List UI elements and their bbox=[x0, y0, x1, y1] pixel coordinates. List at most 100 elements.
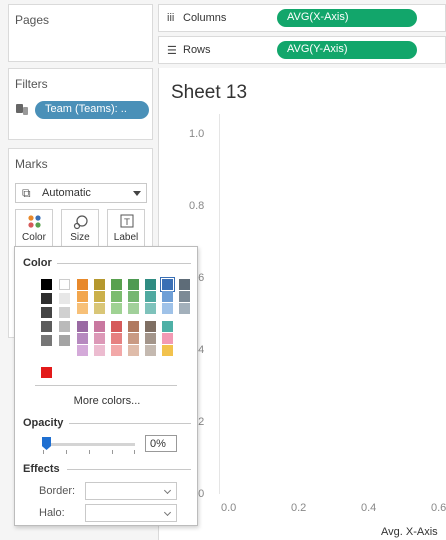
filter-pill-team[interactable]: Team (Teams): .. bbox=[35, 101, 149, 119]
pages-title: Pages bbox=[15, 13, 50, 27]
color-swatch[interactable] bbox=[128, 345, 139, 356]
color-swatch[interactable] bbox=[77, 345, 88, 356]
effects-divider bbox=[67, 469, 191, 470]
color-swatch[interactable] bbox=[94, 303, 105, 314]
color-swatch[interactable] bbox=[77, 291, 88, 302]
color-swatch[interactable] bbox=[145, 291, 156, 302]
color-swatch[interactable] bbox=[77, 303, 88, 314]
border-label: Border: bbox=[39, 485, 76, 497]
color-swatch[interactable] bbox=[111, 291, 122, 302]
x-tick-label: 0.6 bbox=[431, 502, 446, 514]
color-swatch[interactable] bbox=[111, 303, 122, 314]
color-swatch[interactable] bbox=[111, 345, 122, 356]
color-button[interactable]: Color bbox=[15, 209, 53, 247]
color-swatch[interactable] bbox=[179, 279, 190, 290]
color-swatch[interactable] bbox=[145, 345, 156, 356]
color-dots-icon bbox=[28, 215, 41, 228]
color-swatch[interactable] bbox=[145, 321, 156, 332]
color-swatch[interactable] bbox=[94, 321, 105, 332]
mark-type-value: Automatic bbox=[42, 187, 91, 199]
color-swatch[interactable] bbox=[94, 279, 105, 290]
size-button[interactable]: Size bbox=[61, 209, 99, 247]
text-label-icon: T bbox=[120, 214, 134, 228]
color-swatch[interactable] bbox=[162, 345, 173, 356]
filters-title: Filters bbox=[15, 77, 48, 91]
svg-text:T: T bbox=[123, 218, 130, 228]
label-button[interactable]: T Label bbox=[107, 209, 145, 247]
color-swatch[interactable] bbox=[162, 333, 173, 344]
color-swatch[interactable] bbox=[145, 279, 156, 290]
color-swatch[interactable] bbox=[179, 291, 190, 302]
x-tick-label: 0.4 bbox=[361, 502, 377, 514]
marks-title: Marks bbox=[15, 157, 48, 171]
x-tick-label: 0.0 bbox=[221, 502, 237, 514]
color-swatch[interactable] bbox=[160, 277, 175, 292]
opacity-input[interactable]: 0% bbox=[145, 435, 177, 452]
color-swatch[interactable] bbox=[162, 303, 173, 314]
color-swatch[interactable] bbox=[145, 303, 156, 314]
color-section-divider bbox=[57, 263, 191, 264]
columns-pill[interactable]: AVG(X-Axis) bbox=[277, 9, 417, 27]
halo-dropdown[interactable] bbox=[85, 504, 177, 522]
color-swatch[interactable] bbox=[59, 321, 70, 332]
opacity-slider-thumb[interactable] bbox=[42, 437, 51, 450]
color-swatch[interactable] bbox=[59, 335, 70, 346]
mark-type-dropdown[interactable]: ⧉ Automatic bbox=[15, 183, 147, 203]
color-swatch[interactable] bbox=[128, 321, 139, 332]
color-swatch[interactable] bbox=[162, 291, 173, 302]
rows-shelf: ☰ Rows AVG(Y-Axis) bbox=[158, 36, 446, 64]
rows-icon: ☰ bbox=[167, 45, 177, 57]
label-button-label: Label bbox=[113, 232, 139, 243]
more-colors-divider bbox=[35, 385, 177, 386]
color-swatch[interactable] bbox=[111, 279, 122, 290]
opacity-slider-track[interactable] bbox=[43, 443, 135, 446]
chevron-down-icon bbox=[163, 508, 172, 517]
color-swatch[interactable] bbox=[77, 333, 88, 344]
color-swatch[interactable] bbox=[59, 307, 70, 318]
opacity-divider bbox=[69, 423, 191, 424]
color-swatch[interactable] bbox=[77, 321, 88, 332]
y-tick-label: 0.8 bbox=[189, 200, 205, 212]
filters-card: Filters Team (Teams): .. bbox=[8, 68, 153, 140]
color-button-label: Color bbox=[22, 232, 46, 243]
x-axis-label: Avg. X-Axis bbox=[381, 526, 438, 538]
color-swatch[interactable] bbox=[59, 293, 70, 304]
automatic-shapes-icon: ⧉ bbox=[22, 186, 31, 200]
columns-label: Columns bbox=[183, 12, 227, 24]
color-swatch[interactable] bbox=[145, 333, 156, 344]
color-swatch[interactable] bbox=[41, 367, 52, 378]
sheet-canvas: Sheet 13 1.00.80.60.40.20.0 0.00.20.40.6… bbox=[158, 68, 446, 540]
color-swatch[interactable] bbox=[162, 321, 173, 332]
color-swatch[interactable] bbox=[41, 307, 52, 318]
border-dropdown[interactable] bbox=[85, 482, 177, 500]
color-swatch[interactable] bbox=[111, 321, 122, 332]
chevron-down-icon bbox=[133, 191, 141, 196]
color-popup: Color More colors... Opacity 0% Effects … bbox=[14, 246, 198, 526]
pages-card: Pages bbox=[8, 4, 153, 62]
color-swatch[interactable] bbox=[94, 333, 105, 344]
effects-section-title: Effects bbox=[23, 463, 60, 475]
color-swatch[interactable] bbox=[59, 279, 70, 290]
size-button-label: Size bbox=[70, 232, 90, 243]
filter-data-icon bbox=[16, 104, 28, 115]
color-swatch[interactable] bbox=[77, 279, 88, 290]
color-swatch[interactable] bbox=[41, 335, 52, 346]
color-swatch[interactable] bbox=[94, 291, 105, 302]
x-tick-label: 0.2 bbox=[291, 502, 307, 514]
color-swatch[interactable] bbox=[94, 345, 105, 356]
color-swatch[interactable] bbox=[128, 291, 139, 302]
color-swatch[interactable] bbox=[41, 321, 52, 332]
color-swatch[interactable] bbox=[41, 279, 52, 290]
columns-icon: iii bbox=[167, 12, 175, 24]
more-colors-link[interactable]: More colors... bbox=[15, 395, 199, 407]
color-swatch[interactable] bbox=[111, 333, 122, 344]
color-swatch[interactable] bbox=[128, 279, 139, 290]
sheet-title: Sheet 13 bbox=[171, 82, 248, 103]
color-swatch[interactable] bbox=[128, 333, 139, 344]
rows-pill[interactable]: AVG(Y-Axis) bbox=[277, 41, 417, 59]
color-swatch[interactable] bbox=[179, 303, 190, 314]
color-swatch[interactable] bbox=[41, 293, 52, 304]
color-swatch[interactable] bbox=[128, 303, 139, 314]
halo-label: Halo: bbox=[39, 507, 65, 519]
color-section-title: Color bbox=[23, 257, 52, 269]
